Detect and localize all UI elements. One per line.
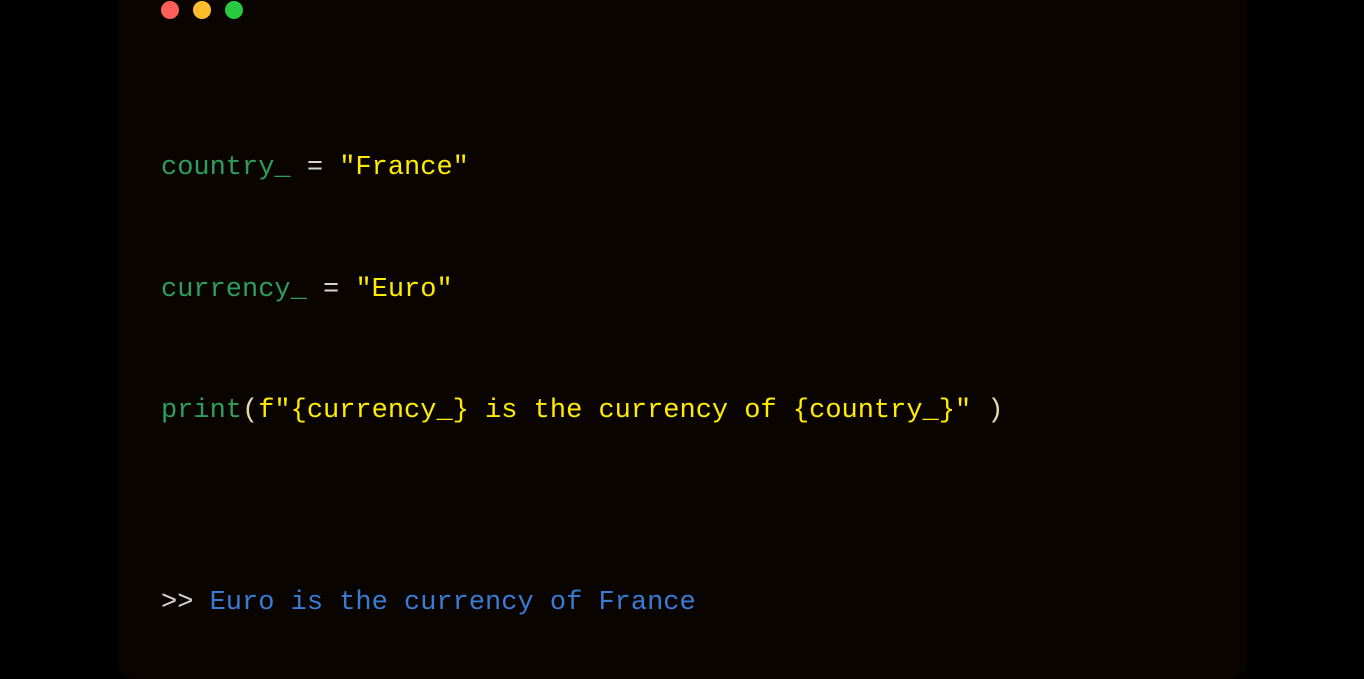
close-icon[interactable] [161,1,179,19]
string-quote: " [955,396,971,426]
brace-open: { [793,396,809,426]
traffic-lights [161,1,1203,19]
variable-name: country_ [161,153,291,183]
brace-close: } [453,396,469,426]
string-quote: " [274,396,290,426]
code-area: country_ = "France" currency_ = "Euro" p… [161,67,1203,513]
output-prompt: >> [161,588,210,618]
f-prefix: f [258,396,274,426]
operator: = [291,153,340,183]
brace-close: } [939,396,955,426]
code-line-1: country_ = "France" [161,148,1203,189]
operator: = [307,275,356,305]
paren-close: ) [987,396,1003,426]
variable-name: currency_ [161,275,307,305]
whitespace [971,396,987,426]
code-line-2: currency_ = "Euro" [161,270,1203,311]
interp-var: country_ [809,396,939,426]
string-text: is the currency of [469,396,793,426]
output-area: >> Euro is the currency of France [161,583,1203,624]
minimize-icon[interactable] [193,1,211,19]
output-text: Euro is the currency of France [210,588,696,618]
terminal-window: country_ = "France" currency_ = "Euro" p… [117,0,1247,679]
string-literal: "Euro" [355,275,452,305]
paren-open: ( [242,396,258,426]
function-name: print [161,396,242,426]
string-literal: "France" [339,153,469,183]
code-line-3: print(f"{currency_} is the currency of {… [161,391,1203,432]
brace-open: { [291,396,307,426]
maximize-icon[interactable] [225,1,243,19]
interp-var: currency_ [307,396,453,426]
